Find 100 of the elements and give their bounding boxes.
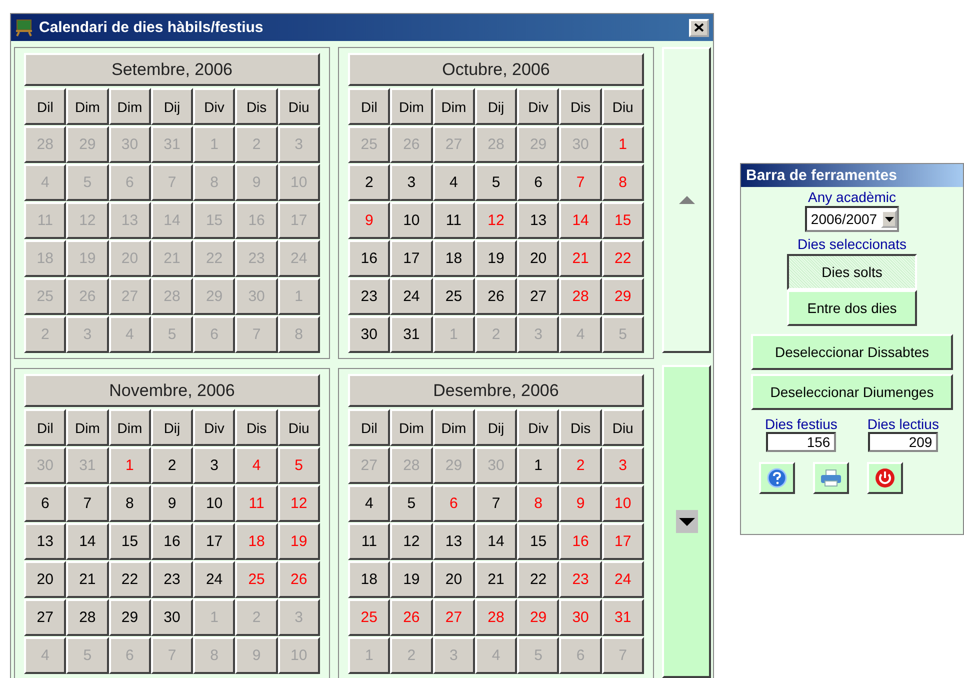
day-button[interactable]: 9 — [150, 485, 194, 522]
weekday-header[interactable]: Dis — [559, 409, 602, 446]
day-button[interactable]: 30 — [348, 316, 390, 353]
day-button[interactable]: 16 — [348, 240, 390, 277]
weekday-header[interactable]: Dim — [432, 88, 475, 125]
weekday-header[interactable]: Dij — [474, 409, 518, 446]
day-button[interactable]: 1 — [108, 447, 151, 484]
weekday-header[interactable]: Dim — [66, 88, 109, 125]
day-button[interactable]: 2 — [150, 447, 194, 484]
day-button[interactable]: 26 — [474, 278, 518, 315]
day-button[interactable]: 12 — [390, 523, 433, 560]
day-button[interactable]: 19 — [278, 523, 320, 560]
deselect-button[interactable]: Deseleccionar Diumenges — [751, 374, 953, 410]
weekday-header[interactable]: Dij — [150, 88, 194, 125]
day-button[interactable]: 14 — [474, 523, 518, 560]
weekday-header[interactable]: Div — [193, 88, 236, 125]
weekday-header[interactable]: Dim — [108, 88, 151, 125]
day-button[interactable]: 4 — [235, 447, 278, 484]
day-button[interactable]: 3 — [193, 447, 236, 484]
day-button[interactable]: 1 — [602, 126, 644, 163]
day-button[interactable]: 15 — [108, 523, 151, 560]
day-button[interactable]: 21 — [559, 240, 602, 277]
weekday-header[interactable]: Diu — [278, 88, 320, 125]
day-button[interactable]: 15 — [602, 202, 644, 239]
year-dropdown[interactable]: 2006/2007 — [804, 206, 900, 232]
day-button[interactable]: 8 — [517, 485, 560, 522]
day-button[interactable]: 1 — [517, 447, 560, 484]
day-button[interactable]: 13 — [432, 523, 475, 560]
day-button[interactable]: 16 — [559, 523, 602, 560]
day-button[interactable]: 3 — [390, 164, 433, 201]
day-button[interactable]: 7 — [559, 164, 602, 201]
close-button[interactable] — [689, 18, 709, 36]
day-button[interactable]: 12 — [278, 485, 320, 522]
weekday-header[interactable]: Dis — [235, 409, 278, 446]
day-button[interactable]: 10 — [193, 485, 236, 522]
day-button[interactable]: 26 — [278, 561, 320, 598]
weekday-header[interactable]: Dil — [24, 88, 66, 125]
exit-button[interactable] — [867, 462, 903, 494]
day-button[interactable]: 29 — [108, 599, 151, 636]
day-button[interactable]: 13 — [517, 202, 560, 239]
day-button[interactable]: 20 — [517, 240, 560, 277]
weekday-header[interactable]: Dil — [348, 88, 390, 125]
weekday-header[interactable]: Div — [193, 409, 236, 446]
day-button[interactable]: 28 — [66, 599, 109, 636]
day-button[interactable]: 3 — [602, 447, 644, 484]
day-button[interactable]: 14 — [66, 523, 109, 560]
weekday-header[interactable]: Dil — [348, 409, 390, 446]
day-button[interactable]: 11 — [348, 523, 390, 560]
day-button[interactable]: 24 — [193, 561, 236, 598]
day-button[interactable]: 9 — [559, 485, 602, 522]
day-button[interactable]: 27 — [517, 278, 560, 315]
weekday-header[interactable]: Dim — [390, 88, 433, 125]
month-header[interactable]: Desembre, 2006 — [348, 374, 644, 407]
day-button[interactable]: 25 — [348, 599, 390, 636]
day-button[interactable]: 18 — [432, 240, 475, 277]
weekday-header[interactable]: Dim — [432, 409, 475, 446]
weekday-header[interactable]: Diu — [602, 88, 644, 125]
day-button[interactable]: 18 — [235, 523, 278, 560]
month-header[interactable]: Novembre, 2006 — [24, 374, 320, 407]
day-button[interactable]: 10 — [602, 485, 644, 522]
day-button[interactable]: 6 — [24, 485, 66, 522]
day-button[interactable]: 31 — [390, 316, 433, 353]
day-button[interactable]: 9 — [348, 202, 390, 239]
day-button[interactable]: 30 — [150, 599, 194, 636]
weekday-header[interactable]: Dis — [235, 88, 278, 125]
day-button[interactable]: 10 — [390, 202, 433, 239]
day-button[interactable]: 20 — [432, 561, 475, 598]
day-button[interactable]: 7 — [474, 485, 518, 522]
day-button[interactable]: 11 — [235, 485, 278, 522]
weekday-header[interactable]: Dim — [390, 409, 433, 446]
day-button[interactable]: 21 — [474, 561, 518, 598]
day-button[interactable]: 17 — [390, 240, 433, 277]
mode-button[interactable]: Entre dos dies — [787, 290, 917, 326]
day-button[interactable]: 25 — [432, 278, 475, 315]
month-header[interactable]: Octubre, 2006 — [348, 53, 644, 86]
day-button[interactable]: 26 — [390, 599, 433, 636]
day-button[interactable]: 17 — [193, 523, 236, 560]
month-header[interactable]: Setembre, 2006 — [24, 53, 320, 86]
day-button[interactable]: 15 — [517, 523, 560, 560]
day-button[interactable]: 5 — [390, 485, 433, 522]
weekday-header[interactable]: Dis — [559, 88, 602, 125]
day-button[interactable]: 5 — [278, 447, 320, 484]
day-button[interactable]: 22 — [517, 561, 560, 598]
day-button[interactable]: 19 — [390, 561, 433, 598]
deselect-button[interactable]: Deseleccionar Dissabtes — [751, 334, 953, 370]
mode-button[interactable]: Dies solts — [787, 254, 917, 290]
day-button[interactable]: 23 — [559, 561, 602, 598]
day-button[interactable]: 7 — [66, 485, 109, 522]
weekday-header[interactable]: Div — [517, 88, 560, 125]
day-button[interactable]: 8 — [108, 485, 151, 522]
day-button[interactable]: 2 — [559, 447, 602, 484]
weekday-header[interactable]: Dij — [474, 88, 518, 125]
weekday-header[interactable]: Diu — [602, 409, 644, 446]
day-button[interactable]: 23 — [348, 278, 390, 315]
weekday-header[interactable]: Dil — [24, 409, 66, 446]
day-button[interactable]: 4 — [432, 164, 475, 201]
day-button[interactable]: 2 — [348, 164, 390, 201]
weekday-header[interactable]: Diu — [278, 409, 320, 446]
day-button[interactable]: 29 — [517, 599, 560, 636]
day-button[interactable]: 20 — [24, 561, 66, 598]
